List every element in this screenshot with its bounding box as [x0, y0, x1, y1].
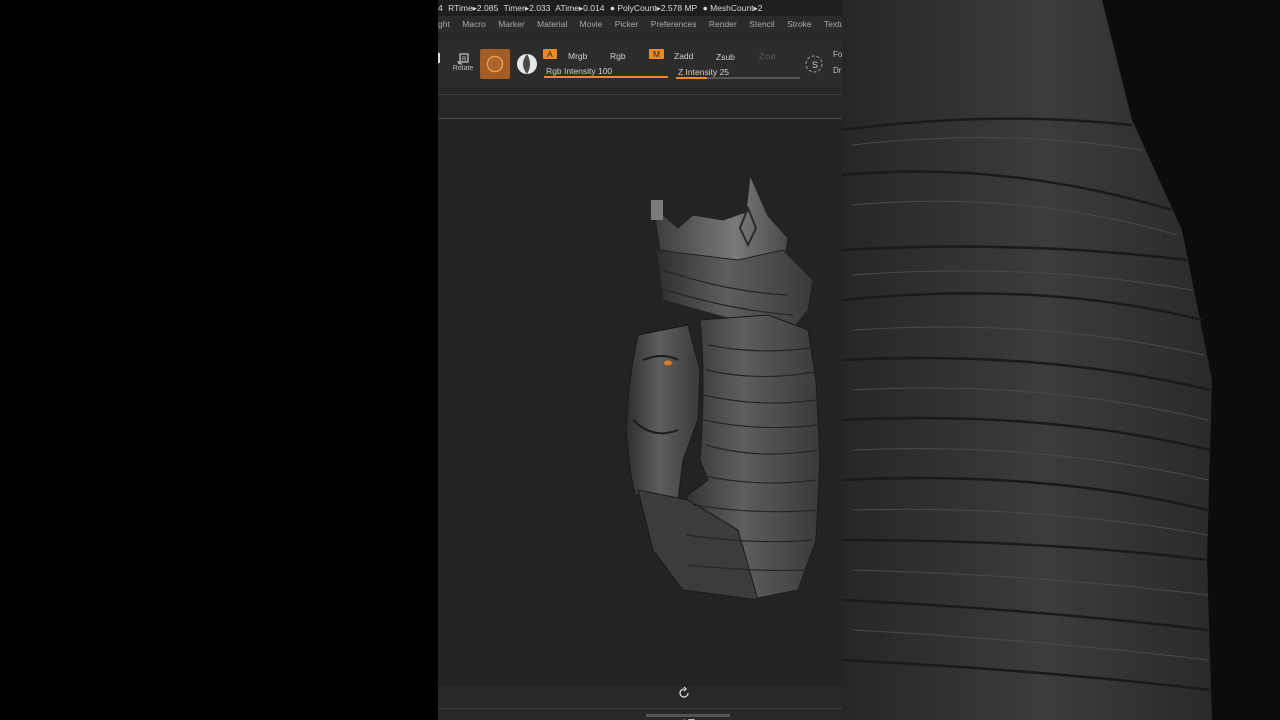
- focal-shift-label: Fo: [833, 50, 842, 59]
- refresh-button[interactable]: [677, 686, 691, 700]
- focal-shift-button[interactable]: S: [804, 54, 824, 74]
- sculpt-detail-image: [842, 0, 1280, 720]
- expand-arrows-icon[interactable]: [681, 712, 695, 720]
- toolbar-divider: [438, 94, 842, 95]
- toolbar-edge-marker: [438, 53, 440, 63]
- rgb-toggle[interactable]: Rgb: [610, 51, 626, 61]
- menu-item-texture[interactable]: Texture: [824, 16, 842, 32]
- zadd-toggle[interactable]: Zadd: [674, 51, 693, 61]
- menu-item-picker[interactable]: Picker: [615, 16, 639, 32]
- menu-item-macro[interactable]: Macro: [462, 16, 486, 32]
- mrgb-toggle[interactable]: Mrgb: [568, 51, 587, 61]
- draw-size-label: Dr: [833, 66, 842, 75]
- material-sphere-icon: [517, 54, 537, 74]
- menu-item-marker[interactable]: Marker: [498, 16, 524, 32]
- status-bar: 4 RTime▸2.085 Timer▸2.033 ATime▸0.014 ● …: [438, 0, 842, 16]
- menu-bar: ght Macro Marker Material Movie Picker P…: [438, 16, 842, 32]
- rotate-label: Rotate: [452, 65, 474, 72]
- focal-shift-icon: S: [805, 55, 823, 73]
- bottom-bar: [438, 686, 842, 720]
- z-intensity-slider[interactable]: [676, 77, 800, 79]
- left-letterbox: [0, 0, 438, 720]
- status-item-timer: Timer▸2.033: [503, 3, 551, 13]
- menu-item-render[interactable]: Render: [709, 16, 737, 32]
- zbrush-app-window: 4 RTime▸2.085 Timer▸2.033 ATime▸0.014 ● …: [438, 0, 842, 720]
- status-item-atime: ATime▸0.014: [555, 3, 605, 13]
- brush-thumbnail-button[interactable]: [480, 49, 510, 79]
- status-item-rtime: RTime▸2.085: [448, 3, 499, 13]
- menu-item-material[interactable]: Material: [537, 16, 567, 32]
- zcut-toggle[interactable]: Zcut: [759, 51, 776, 61]
- material-button[interactable]: [516, 53, 538, 75]
- menu-item-stroke[interactable]: Stroke: [787, 16, 812, 32]
- menu-item-movie[interactable]: Movie: [580, 16, 603, 32]
- z-intensity-label: Z Intensity 25: [678, 67, 730, 77]
- zsub-toggle[interactable]: Zsub: [716, 52, 735, 62]
- status-item-polycount: ● PolyCount▸2.578 MP: [609, 3, 698, 13]
- brush-icon: [486, 55, 504, 73]
- rotate-button[interactable]: R Rotate: [452, 52, 474, 72]
- sculpt-model: [625, 173, 821, 601]
- menu-item-stencil[interactable]: Stencil: [749, 16, 775, 32]
- canvas-top-divider: [438, 118, 842, 119]
- refresh-icon: [679, 686, 689, 698]
- svg-text:S: S: [812, 60, 818, 70]
- menu-item-light[interactable]: ght: [438, 16, 450, 32]
- rgb-intensity-fill: [544, 76, 668, 78]
- a-toggle[interactable]: A: [543, 49, 557, 59]
- rgb-intensity-slider[interactable]: [544, 76, 668, 78]
- menu-item-preferences[interactable]: Preferences: [651, 16, 697, 32]
- m-toggle[interactable]: M: [649, 49, 665, 59]
- status-item-frame: 4: [438, 3, 443, 13]
- rgb-intensity-label: Rgb Intensity 100: [546, 66, 613, 76]
- rotate-icon: R: [457, 53, 469, 65]
- z-intensity-fill: [676, 77, 707, 79]
- svg-text:R: R: [462, 57, 467, 63]
- zoomed-sculpt-detail: [842, 0, 1280, 720]
- status-item-meshcount: ● MeshCount▸2: [702, 3, 763, 13]
- bottom-divider: [438, 708, 842, 709]
- brush-toolbar: R Rotate A Mrgb Rgb M Zadd Zsub Zcut Rgb…: [438, 40, 842, 88]
- 3d-viewport[interactable]: [438, 120, 842, 686]
- eye-highlight: [664, 360, 672, 366]
